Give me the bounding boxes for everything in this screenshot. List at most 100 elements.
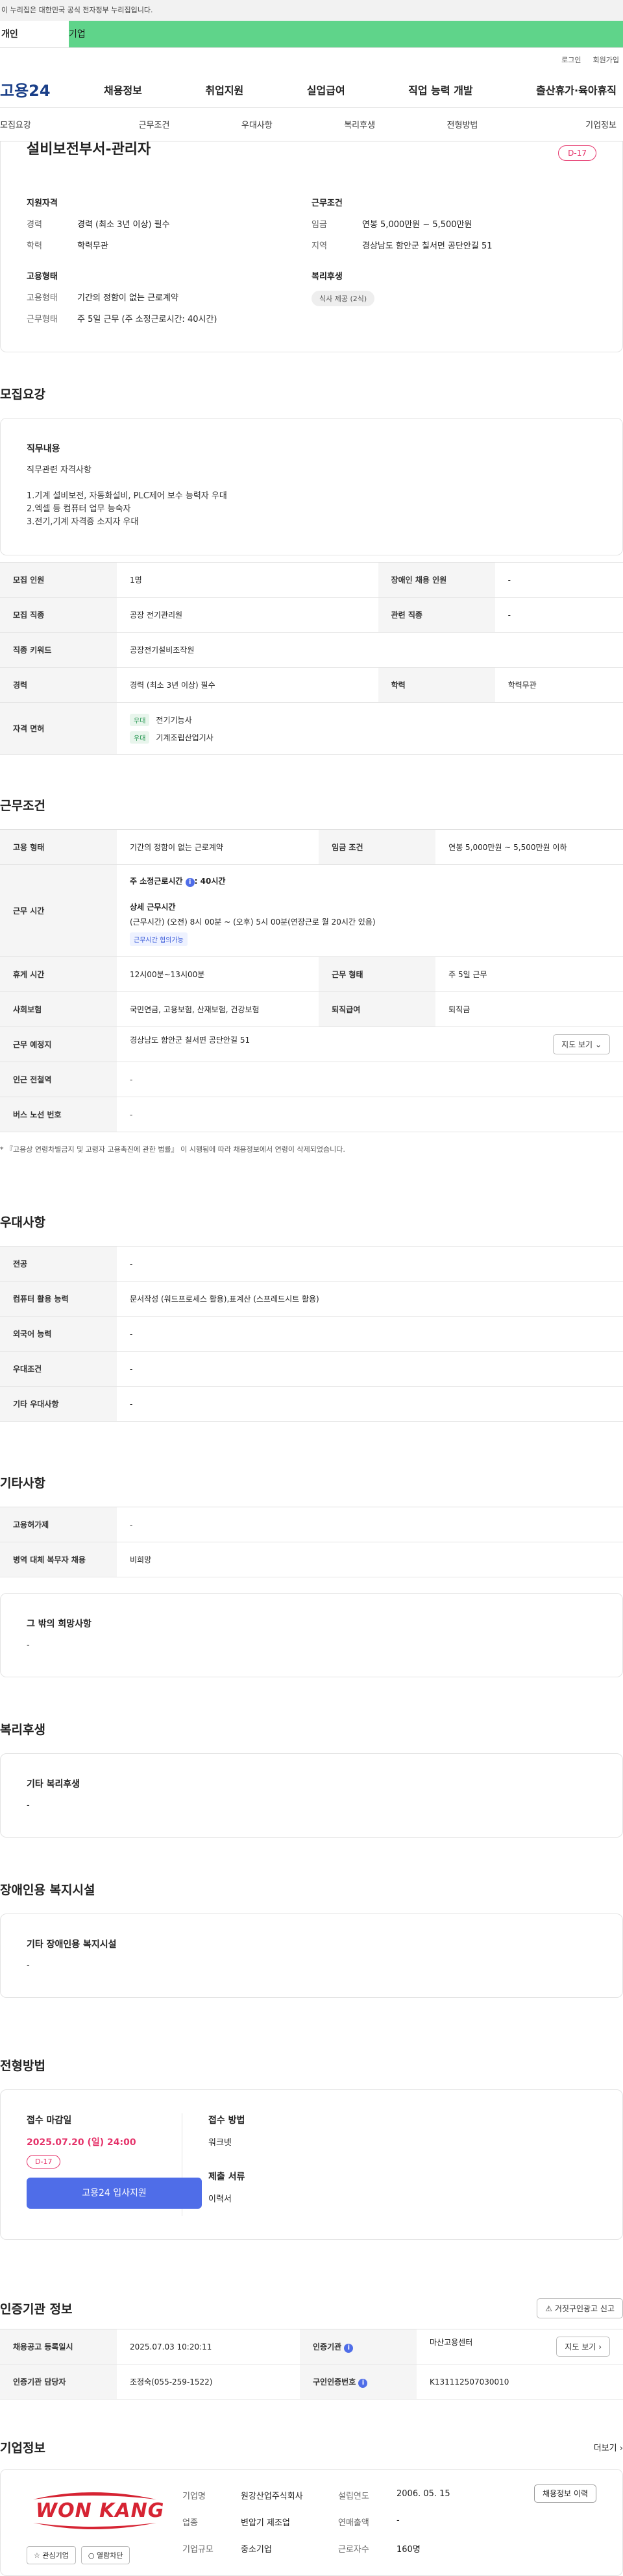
menu-unemployment-benefit[interactable]: 실업급여 (307, 82, 345, 97)
utility-links: 로그인 회원가입 (0, 48, 623, 71)
cell-key: 휴게 시간 (0, 956, 117, 992)
other-wish-value: - (27, 1640, 30, 1650)
menu-vocational-training[interactable]: 직업 능력 개발 (408, 82, 472, 97)
disability-box-value: - (27, 1961, 30, 1971)
tab-recruit[interactable]: 모집요강 (0, 118, 103, 130)
job-summary-card: 설비보전부서-관리자 D-17 지원자격 경력 경력 (최소 3년 이상) 필수 … (0, 141, 623, 352)
company-box: WON KANG ☆ 관심기업 ○ 열람차단 기업명 원강산업주식회사 설립연도 20… (0, 2469, 623, 2576)
cell-key: 버스 노선 번호 (0, 1097, 117, 1132)
cell-key: 인증기관 담당자 (0, 2364, 117, 2400)
table-row: 인증기관 담당자 조정숙(055-259-1522) 구인인증번호 i K131112… (0, 2364, 623, 2400)
cell-value: 학력무관 (495, 667, 623, 703)
emp-heading: 고용형태 (27, 272, 58, 282)
main-menu: 채용정보 취업지원 실업급여 직업 능력 개발 출산휴가·육아휴직 (104, 82, 623, 97)
star-icon: ☆ (34, 2551, 40, 2560)
user-type-bar: 개인 기업 (0, 21, 623, 48)
docs-heading: 제출 서류 (208, 2172, 245, 2182)
job-title: 설비보전부서-관리자 (27, 141, 151, 158)
welfare-chip: 식사 제공 (2식) (312, 291, 375, 306)
signup-link[interactable]: 회원가입 (593, 55, 619, 65)
info-icon[interactable]: i (358, 2378, 368, 2388)
method-value: 워크넷 (208, 2138, 232, 2148)
other-wish-heading: 그 밖의 희망사항 (27, 1619, 92, 1629)
tab-work-conditions[interactable]: 근무조건 (103, 118, 205, 130)
cell-key: 학력 (378, 667, 495, 703)
place-value: 경상남도 함안군 칠서면 공단안길 51 (130, 1036, 250, 1045)
more-label: 더보기 (593, 2444, 617, 2453)
login-link[interactable]: 로그인 (561, 55, 581, 65)
cell-value: 조정숙(055-259-1522) (117, 2364, 300, 2400)
cell-value: - (495, 562, 623, 598)
cell-value: 1명 (117, 562, 378, 598)
dday-badge: D-17 (558, 145, 596, 161)
disability-box: 기타 장애인용 복지시설 - (0, 1914, 623, 1998)
cell-key: 임금 조건 (319, 829, 436, 865)
tab-company[interactable]: 기업정보 (514, 118, 623, 130)
selection-title: 전형방법 (0, 2059, 45, 2073)
report-button[interactable]: ⚠ 거짓구인광고 신고 (537, 2298, 623, 2318)
cell-value: 국민연금, 고용보험, 산재보험, 건강보험 (117, 991, 319, 1027)
place-cell: 경상남도 함안군 칠서면 공단안길 51 지도 보기 ⌄ (117, 1027, 623, 1062)
cert-map-button[interactable]: 지도 보기 › (556, 2337, 610, 2357)
alert-icon: ⚠ (545, 2304, 553, 2313)
cert-org-label: 인증기관 (313, 2342, 342, 2351)
kv-value: 학력무관 (77, 241, 108, 251)
tab-personal[interactable]: 개인 (0, 21, 69, 47)
apply-button[interactable]: 고용24 입사지원 (27, 2178, 202, 2209)
cert-title: 인증기관 정보 (0, 2302, 73, 2316)
cell-key: 퇴직급여 (319, 991, 436, 1027)
map-button[interactable]: 지도 보기 ⌄ (553, 1034, 610, 1054)
block-button[interactable]: ○ 열람차단 (80, 2546, 130, 2564)
duty-line: 2.엑셀 등 컴퓨터 업무 능숙자 (27, 504, 131, 514)
table-row: 컴퓨터 활용 능력 문서작성 (워드프로세스 활용),표계산 (스프레드시트 활용… (0, 1281, 623, 1317)
menu-parental-leave[interactable]: 출산휴가·육아휴직 (536, 82, 617, 97)
cell-value: 2025.07.03 10:20:11 (117, 2329, 300, 2364)
kv-key: 임금 (312, 220, 327, 230)
welfare-box-value: - (27, 1801, 30, 1810)
menu-employment-support[interactable]: 취업지원 (205, 82, 243, 97)
section-tabs: 모집요강 근무조건 우대사항 복리후생 전형방법 기업정보 (0, 108, 623, 141)
tab-corporate[interactable]: 기업 (69, 21, 623, 47)
table-row: 병역 대체 복무자 채용 비희망 (0, 1542, 623, 1577)
kv-value: 경력 (최소 3년 이상) 필수 (77, 220, 170, 230)
hiring-history-button[interactable]: 채용정보 이력 (533, 2485, 596, 2503)
license-name: 전기기능사 (156, 715, 192, 725)
table-row: 우대조건 - (0, 1351, 623, 1387)
cell-value: - (117, 1062, 623, 1097)
chevron-right-icon: › (619, 2444, 623, 2453)
cell-value: 마산고용센터 지도 보기 › (417, 2329, 623, 2364)
work-title: 근무조건 (0, 799, 45, 813)
tab-welfare[interactable]: 복리후생 (308, 118, 411, 130)
company-logo: WON KANG (27, 2488, 182, 2533)
tab-selection[interactable]: 전형방법 (411, 118, 513, 130)
cell-value: 12시00분~13시00분 (117, 956, 319, 992)
gov-notice-text: 이 누리집은 대한민국 공식 전자정부 누리집입니다. (1, 6, 153, 14)
disability-title: 장애인용 복지시설 (0, 1883, 95, 1897)
more-link[interactable]: 더보기 › (594, 2441, 623, 2453)
field-value: 원강산업주식회사 (241, 2492, 303, 2501)
tab-preferences[interactable]: 우대사항 (206, 118, 308, 130)
info-icon[interactable]: i (344, 2343, 354, 2353)
recruit-table: 모집 인원 1명 장애인 채용 인원 - 모집 직종 공장 전기관리원 관련 직종 - 직종… (0, 562, 623, 755)
cell-value: 공장전기설비조작원 (117, 632, 623, 668)
work-table: 고용 형태 기간의 정함이 없는 근로계약 임금 조건 연봉 5,000만원 ~ 5,… (0, 829, 623, 1132)
menu-jobs[interactable]: 채용정보 (104, 82, 142, 97)
cell-key: 고용 형태 (0, 829, 117, 865)
welfare-title: 복리후생 (0, 1723, 45, 1737)
qual-heading: 지원자격 (27, 199, 58, 208)
table-row: 모집 인원 1명 장애인 채용 인원 - (0, 562, 623, 598)
cell-value: 비희망 (117, 1542, 623, 1577)
table-row: 전공 - (0, 1246, 623, 1282)
field-value: - (397, 2516, 400, 2525)
welfare-box-heading: 기타 복리후생 (27, 1779, 80, 1790)
info-icon[interactable]: i (185, 878, 195, 887)
field-value: 2006. 05. 15 (397, 2489, 450, 2499)
dday-badge-small: D-17 (27, 2155, 61, 2169)
cell-key: 근무 형태 (319, 956, 436, 992)
cell-value: - (117, 1507, 623, 1542)
cell-key: 고용허가제 (0, 1507, 117, 1542)
interest-button[interactable]: ☆ 관심기업 (27, 2546, 76, 2564)
hours-cell: 주 소정근로시간 i: 40시간 상세 근무시간 (근무시간) (오전) 8시 … (117, 864, 623, 957)
cell-key: 우대조건 (0, 1351, 117, 1387)
site-logo[interactable]: 고용24 (0, 78, 104, 101)
